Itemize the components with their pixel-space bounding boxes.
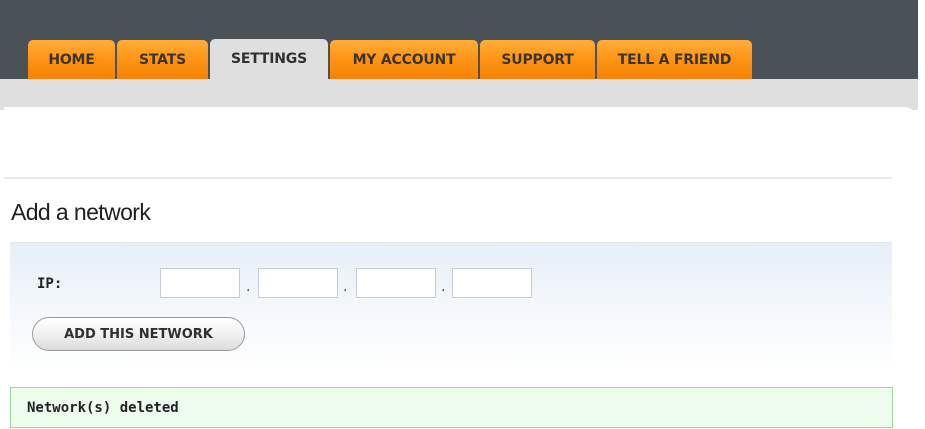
ip-octet-3-input[interactable] xyxy=(356,268,436,298)
tab-tell-a-friend[interactable]: TELL A FRIEND xyxy=(597,40,752,79)
top-header-bar: HOME STATS SETTINGS MY ACCOUNT SUPPORT T… xyxy=(0,0,918,79)
ip-octet-1-input[interactable] xyxy=(160,268,240,298)
tab-stats[interactable]: STATS xyxy=(117,40,208,79)
ip-separator: . xyxy=(343,278,348,295)
main-nav-tabs: HOME STATS SETTINGS MY ACCOUNT SUPPORT T… xyxy=(28,39,754,79)
ip-separator: . xyxy=(246,278,251,295)
ip-separator: . xyxy=(441,278,446,295)
add-this-network-button[interactable]: ADD THIS NETWORK xyxy=(32,317,245,351)
add-network-heading: Add a network xyxy=(11,199,151,225)
tab-my-account[interactable]: MY ACCOUNT xyxy=(330,40,478,79)
tab-support[interactable]: SUPPORT xyxy=(480,40,595,79)
add-network-form: IP: . . . ADD THIS NETWORK xyxy=(10,242,892,373)
tab-settings[interactable]: SETTINGS xyxy=(210,39,328,79)
status-message: Network(s) deleted xyxy=(27,400,179,416)
section-divider xyxy=(4,177,892,179)
status-message-box: Network(s) deleted xyxy=(10,387,893,428)
ip-octet-4-input[interactable] xyxy=(452,268,532,298)
sub-navigation-bar xyxy=(0,79,918,110)
ip-octet-2-input[interactable] xyxy=(258,268,338,298)
tab-home[interactable]: HOME xyxy=(28,40,115,79)
ip-label: IP: xyxy=(37,276,63,292)
